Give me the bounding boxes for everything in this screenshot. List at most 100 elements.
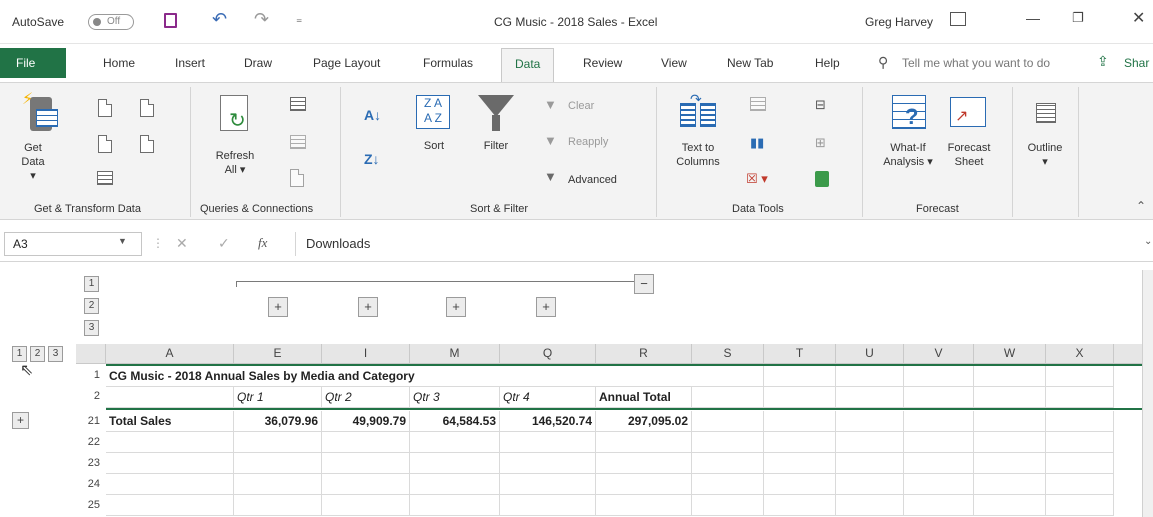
cancel-icon[interactable]: ✕ <box>176 235 188 252</box>
column-header-a[interactable]: A <box>106 344 234 364</box>
cell-t2[interactable] <box>764 387 836 408</box>
cell-s24[interactable] <box>692 474 764 495</box>
cell-w23[interactable] <box>974 453 1046 474</box>
cell-s2[interactable] <box>692 387 764 408</box>
cell-t25[interactable] <box>764 495 836 516</box>
text-to-columns-label[interactable]: Text to Columns <box>670 141 726 169</box>
cell-t23[interactable] <box>764 453 836 474</box>
cell-r25[interactable] <box>596 495 692 516</box>
tell-me-input[interactable]: Tell me what you want to do <box>902 56 1050 70</box>
tab-formulas[interactable]: Formulas <box>423 56 473 70</box>
collapse-columns-button[interactable]: − <box>634 274 654 294</box>
cell-a23[interactable] <box>106 453 234 474</box>
cell-s23[interactable] <box>692 453 764 474</box>
undo-icon[interactable]: ↶ <box>212 9 227 30</box>
advanced-button[interactable]: Advanced <box>568 173 617 187</box>
cell-q25[interactable] <box>500 495 596 516</box>
expand-formula-bar-icon[interactable]: ⌄ <box>1144 236 1152 247</box>
cell-u22[interactable] <box>836 432 904 453</box>
properties-icon[interactable] <box>290 135 306 149</box>
cell-e23[interactable] <box>234 453 322 474</box>
cell-s1[interactable] <box>692 366 764 387</box>
row-header-24[interactable]: 24 <box>76 474 106 495</box>
cell-s22[interactable] <box>692 432 764 453</box>
row-header-21[interactable]: 21 <box>76 411 106 432</box>
sort-icon[interactable]: Z AA Z <box>416 95 450 129</box>
clear-icon[interactable]: ▼ <box>544 97 557 112</box>
insert-function-icon[interactable]: fx <box>258 235 267 251</box>
cell-q23[interactable] <box>500 453 596 474</box>
cell-v24[interactable] <box>904 474 974 495</box>
row-header-22[interactable]: 22 <box>76 432 106 453</box>
cell-s25[interactable] <box>692 495 764 516</box>
cell-m25[interactable] <box>410 495 500 516</box>
cell-u2[interactable] <box>836 387 904 408</box>
tab-view[interactable]: View <box>661 56 687 70</box>
cell-r24[interactable] <box>596 474 692 495</box>
expand-qtr2-button[interactable]: + <box>358 297 378 317</box>
relationships-icon[interactable]: ⊞ <box>815 135 826 151</box>
refresh-all-icon[interactable]: ↻ <box>220 95 248 132</box>
what-if-label[interactable]: What-If Analysis ▾ <box>880 141 936 169</box>
cell-u21[interactable] <box>836 411 904 432</box>
cell-m2[interactable]: Qtr 3 <box>410 387 500 408</box>
cell-a1[interactable]: CG Music - 2018 Annual Sales by Media an… <box>106 366 706 387</box>
tab-home[interactable]: Home <box>103 56 135 70</box>
clear-button[interactable]: Clear <box>568 99 594 113</box>
what-if-analysis-icon[interactable]: ? <box>892 95 926 129</box>
cell-a22[interactable] <box>106 432 234 453</box>
expand-qtr4-button[interactable]: + <box>536 297 556 317</box>
outline-label[interactable]: Outline ▾ <box>1020 141 1070 169</box>
row-header-1[interactable]: 1 <box>76 365 106 386</box>
column-header-s[interactable]: S <box>692 344 764 364</box>
cell-w2[interactable] <box>974 387 1046 408</box>
tab-insert[interactable]: Insert <box>175 56 205 70</box>
cell-w22[interactable] <box>974 432 1046 453</box>
cell-q24[interactable] <box>500 474 596 495</box>
cell-t1[interactable] <box>764 366 836 387</box>
tab-draw[interactable]: Draw <box>244 56 272 70</box>
cell-a21[interactable]: Total Sales <box>106 411 234 432</box>
cell-t22[interactable] <box>764 432 836 453</box>
cell-u24[interactable] <box>836 474 904 495</box>
cell-s21[interactable] <box>692 411 764 432</box>
cell-x1[interactable] <box>1046 366 1114 387</box>
cell-x23[interactable] <box>1046 453 1114 474</box>
cell-v23[interactable] <box>904 453 974 474</box>
remove-duplicates-icon[interactable]: ▮▮ <box>750 135 764 151</box>
forecast-sheet-label[interactable]: Forecast Sheet <box>944 141 994 169</box>
flash-fill-icon[interactable] <box>750 97 766 111</box>
cell-v2[interactable] <box>904 387 974 408</box>
cell-q22[interactable] <box>500 432 596 453</box>
data-validation-icon[interactable]: ☒ ▾ <box>746 171 768 187</box>
column-header-t[interactable]: T <box>764 344 836 364</box>
cell-u1[interactable] <box>836 366 904 387</box>
cell-r2[interactable]: Annual Total <box>596 387 692 408</box>
reapply-button[interactable]: Reapply <box>568 135 608 149</box>
cell-i24[interactable] <box>322 474 410 495</box>
column-header-e[interactable]: E <box>234 344 322 364</box>
collapse-ribbon-icon[interactable]: ⌃ <box>1136 199 1146 213</box>
forecast-sheet-icon[interactable]: ↗ <box>950 97 986 127</box>
cell-q21[interactable]: 146,520.74 <box>500 411 596 432</box>
cell-w25[interactable] <box>974 495 1046 516</box>
cell-t24[interactable] <box>764 474 836 495</box>
cell-a24[interactable] <box>106 474 234 495</box>
cell-e2[interactable]: Qtr 1 <box>234 387 322 408</box>
column-header-q[interactable]: Q <box>500 344 596 364</box>
column-outline-level-2[interactable]: 2 <box>84 298 99 314</box>
tab-review[interactable]: Review <box>583 56 622 70</box>
advanced-icon[interactable]: ▼ <box>544 169 557 184</box>
cell-r21[interactable]: 297,095.02 <box>596 411 692 432</box>
cell-m23[interactable] <box>410 453 500 474</box>
cell-w24[interactable] <box>974 474 1046 495</box>
consolidate-icon[interactable]: ⊟ <box>815 97 826 113</box>
column-header-m[interactable]: M <box>410 344 500 364</box>
qat-customize-icon[interactable]: ₌ <box>296 12 302 26</box>
queries-connections-icon[interactable] <box>290 97 306 111</box>
cell-v25[interactable] <box>904 495 974 516</box>
enter-icon[interactable]: ✓ <box>218 235 230 252</box>
redo-icon[interactable]: ↷ <box>254 9 269 30</box>
recent-sources-icon[interactable] <box>140 99 154 117</box>
minimize-icon[interactable]: — <box>1026 10 1040 26</box>
